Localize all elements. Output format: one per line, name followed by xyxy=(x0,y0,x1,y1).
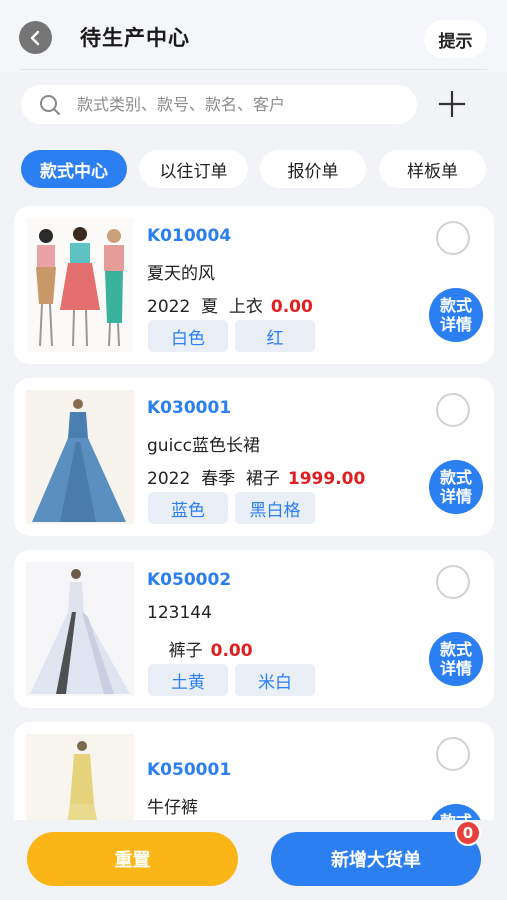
color-chip: 蓝色 xyxy=(148,492,228,524)
style-category: 裙子 xyxy=(245,469,280,489)
style-code: K050002 xyxy=(147,570,232,590)
style-name: 夏天的风 xyxy=(147,264,215,284)
chevron-left-icon xyxy=(30,30,39,45)
color-chip: 土黄 xyxy=(148,664,228,696)
style-price: 0.00 xyxy=(270,297,313,317)
style-category: 上衣 xyxy=(228,297,263,317)
back-button[interactable] xyxy=(19,21,52,54)
style-season: 夏 xyxy=(201,297,219,317)
style-card[interactable]: K030001 guicc蓝色长裙 2022 春季 裙子 1999.00 蓝色 黑… xyxy=(14,378,494,536)
style-price: 1999.00 xyxy=(287,469,366,489)
style-name: 123144 xyxy=(147,603,212,623)
search-input[interactable] xyxy=(77,85,407,124)
select-radio[interactable] xyxy=(436,565,470,599)
color-chip: 红 xyxy=(235,320,315,352)
select-radio[interactable] xyxy=(436,221,470,255)
style-season: 春季 xyxy=(201,469,236,489)
tip-button[interactable]: 提示 xyxy=(424,20,487,58)
color-chip: 米白 xyxy=(235,664,315,696)
style-image xyxy=(26,390,134,524)
style-meta: 2022 夏 上衣 0.00 xyxy=(147,292,313,317)
cart-count-badge: 0 xyxy=(455,820,481,846)
style-code: K050001 xyxy=(147,760,232,780)
style-meta: 2022 春季 裙子 1999.00 xyxy=(147,464,365,489)
style-card[interactable]: K010004 夏天的风 2022 夏 上衣 0.00 白色 红 款式详情 xyxy=(14,206,494,364)
style-category: 裤子 xyxy=(168,641,203,661)
reset-button[interactable]: 重置 xyxy=(27,832,238,886)
page-title: 待生产中心 xyxy=(80,26,190,50)
style-detail-button[interactable]: 款式详情 xyxy=(429,288,483,342)
select-radio[interactable] xyxy=(436,393,470,427)
style-code: K010004 xyxy=(147,226,232,246)
style-name: guicc蓝色长裙 xyxy=(147,436,260,456)
style-year: 2022 xyxy=(147,297,191,317)
tab-past-orders[interactable]: 以往订单 xyxy=(139,150,248,188)
tab-style-center[interactable]: 款式中心 xyxy=(21,150,127,188)
style-detail-button[interactable]: 款式详情 xyxy=(429,460,483,514)
style-year: 2022 xyxy=(147,469,191,489)
header-divider xyxy=(20,69,487,70)
tab-quotations[interactable]: 报价单 xyxy=(260,150,366,188)
style-detail-button[interactable]: 款式详情 xyxy=(429,632,483,686)
style-card[interactable]: K050002 123144 裤子 0.00 土黄 米白 款式详情 xyxy=(14,550,494,708)
plus-icon xyxy=(439,91,465,117)
style-name: 牛仔裤 xyxy=(147,798,198,818)
add-button[interactable] xyxy=(436,88,468,120)
style-image xyxy=(26,562,134,696)
style-meta: 裤子 0.00 xyxy=(147,636,253,661)
style-price: 0.00 xyxy=(210,641,253,661)
add-bulk-order-button[interactable]: 新增大货单 xyxy=(271,832,481,886)
color-chip: 白色 xyxy=(148,320,228,352)
style-code: K030001 xyxy=(147,398,232,418)
color-chip: 黑白格 xyxy=(235,492,315,524)
style-image xyxy=(26,218,134,352)
search-box xyxy=(21,85,417,124)
tab-sample-orders[interactable]: 样板单 xyxy=(379,150,486,188)
search-icon xyxy=(40,95,60,115)
select-radio[interactable] xyxy=(436,737,470,771)
